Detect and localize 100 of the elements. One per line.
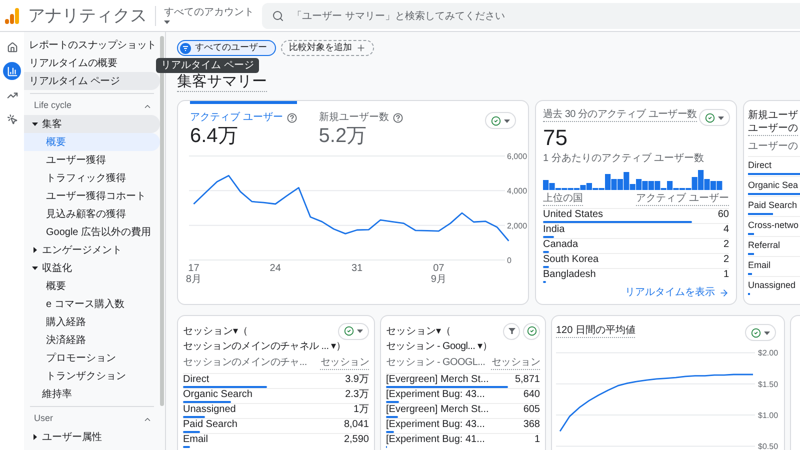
nav-item[interactable]: 決済経路 — [24, 331, 160, 349]
axis-label: $1.50 — [758, 380, 778, 389]
realtime-link[interactable]: リアルタイムを表示 — [625, 286, 729, 299]
compare-menu-button[interactable] — [745, 324, 776, 341]
check-icon — [704, 112, 715, 122]
metric-tab[interactable]: 新規ユーザー数 5.2万 — [318, 101, 403, 148]
nav-item[interactable]: 購入経路 — [24, 313, 160, 331]
column-header: セッション — [491, 356, 540, 370]
section-header[interactable]: Life cycle — [24, 97, 160, 115]
caret-icon — [764, 330, 770, 336]
table-cell: 1 — [723, 269, 729, 280]
caret-icon — [357, 328, 363, 334]
chart-subtitle: 1 分あたりのアクティブ ユーザー数 — [543, 153, 706, 165]
help-icon[interactable] — [286, 113, 297, 123]
table-cell: [Experiment Bug: 41... — [386, 434, 485, 445]
caret-icon — [504, 118, 510, 124]
check-icon — [526, 326, 536, 336]
table-cell-text: Email — [748, 260, 772, 271]
column-header: セッション — [320, 356, 369, 370]
table-cell-text: Direct — [748, 160, 773, 171]
axis-label: 0 — [507, 256, 512, 265]
card-title: セッションのメインのチャネル ... ▾） — [183, 340, 347, 353]
column-header: ユーザーの — [748, 141, 799, 154]
logo-icon — [5, 8, 19, 24]
compare-menu-button[interactable] — [698, 109, 730, 126]
compare-button[interactable] — [523, 322, 540, 340]
nav-item[interactable]: e コマース購入数 — [24, 295, 160, 313]
card-title: セッション - Googl... ▾） — [386, 340, 493, 353]
compare-menu-button[interactable] — [485, 112, 516, 129]
nav-item[interactable]: トラフィック獲得 — [24, 169, 160, 187]
check-icon — [491, 116, 501, 126]
table-cell: South Korea — [543, 254, 599, 265]
table-cell-text: Paid Search — [748, 200, 798, 211]
nav-item[interactable]: 集客 — [24, 115, 160, 133]
nav-item[interactable]: ユーザー獲得 — [24, 151, 160, 169]
nav-item[interactable]: ユーザー獲得コホート — [24, 187, 160, 205]
add-comparison-chip[interactable]: 比較対象を追加 — [281, 40, 374, 56]
table-cell-text: Referral — [748, 240, 782, 251]
table-cell: 1万 — [353, 404, 369, 415]
table-cell: [Experiment Bug: 43... — [386, 389, 485, 400]
app-title: アナリティクス — [28, 4, 147, 27]
metric-value: 5.2万 — [318, 124, 368, 148]
table-cell: Direct — [183, 374, 210, 385]
metric-label: アクティブ ユーザー — [190, 112, 283, 124]
nav-item[interactable]: トランザクション — [24, 367, 160, 385]
nav-item[interactable]: Google 広告以外の費用 — [24, 223, 160, 241]
nav-item[interactable]: 概要 — [24, 277, 160, 295]
axis-label: 17 8月 — [186, 263, 202, 285]
nav-item[interactable]: 収益化 — [24, 259, 160, 277]
table-cell: 4 — [723, 224, 729, 235]
search-field[interactable]: 「ユーザー サマリー」と検索してみてください — [262, 3, 800, 29]
filter-icon — [508, 327, 516, 335]
table-cell: 5,871 — [514, 374, 540, 385]
table-cell: Bangladesh — [543, 269, 596, 280]
table-cell: 640 — [523, 389, 540, 400]
search-icon — [272, 10, 284, 22]
table-cell: 2.3万 — [345, 389, 369, 400]
card-title: セッション▾（ — [183, 324, 248, 338]
help-icon[interactable] — [392, 113, 403, 123]
check-icon — [344, 326, 354, 336]
table-cell: Email — [183, 434, 208, 445]
axis-label: 31 — [351, 263, 363, 274]
column-header: セッションのメインのチャ... — [183, 356, 307, 370]
table-cell: 2 — [723, 239, 729, 250]
table-cell: 3.9万 — [345, 374, 369, 385]
card-title: 過去 30 分のアクティブ ユーザー数 — [543, 109, 697, 122]
table-cell: 368 — [523, 419, 540, 430]
compare-menu-button[interactable] — [338, 322, 369, 340]
axis-label: $2.00 — [758, 348, 778, 358]
check-icon — [751, 328, 761, 338]
nav-item[interactable]: エンゲージメント — [24, 241, 160, 259]
account-selector[interactable]: すべてのアカウント — [164, 6, 254, 24]
segment-chip[interactable]: すべてのユーザー — [177, 40, 276, 56]
table-cell: [Experiment Bug: 43... — [386, 419, 485, 430]
metric-label: 新規ユーザー数 — [318, 112, 389, 124]
metric-tab[interactable]: アクティブ ユーザー 6.4万 — [190, 101, 297, 148]
table-cell: Unassigned — [183, 404, 236, 415]
realtime-value: 75 — [543, 126, 568, 150]
nav-item[interactable]: レポートのスナップショット — [24, 36, 160, 54]
arrow-right-icon — [719, 288, 729, 298]
table-cell: 2,590 — [344, 434, 369, 445]
card-title: 新規ユーザ ユーザーの — [748, 109, 798, 136]
bar-chart-icon[interactable] — [3, 62, 21, 80]
segment-icon — [180, 42, 191, 54]
nav-item[interactable]: プロモーション — [24, 349, 160, 367]
table-cell: India — [543, 224, 565, 235]
filter-button[interactable] — [503, 322, 520, 340]
tooltip: リアルタイム ページ — [156, 58, 259, 73]
nav-item[interactable]: 概要 — [24, 133, 160, 151]
column-header: セッション - GOOGL... — [386, 356, 486, 370]
nav-item[interactable]: 維持率 — [24, 385, 160, 403]
axis-label: 07 9月 — [430, 263, 446, 285]
nav-item[interactable]: 見込み顧客の獲得 — [24, 205, 160, 223]
table-cell-text: Unassigned — [748, 280, 797, 291]
table-cell: [Evergreen] Merch St... — [386, 374, 489, 385]
section-header[interactable]: User — [24, 410, 160, 428]
nav-item[interactable]: リアルタイム ページ — [24, 72, 160, 90]
table-cell: [Evergreen] Merch St... — [386, 404, 489, 415]
nav-item[interactable]: ユーザー属性 — [24, 428, 160, 446]
table-cell: 60 — [718, 209, 729, 220]
